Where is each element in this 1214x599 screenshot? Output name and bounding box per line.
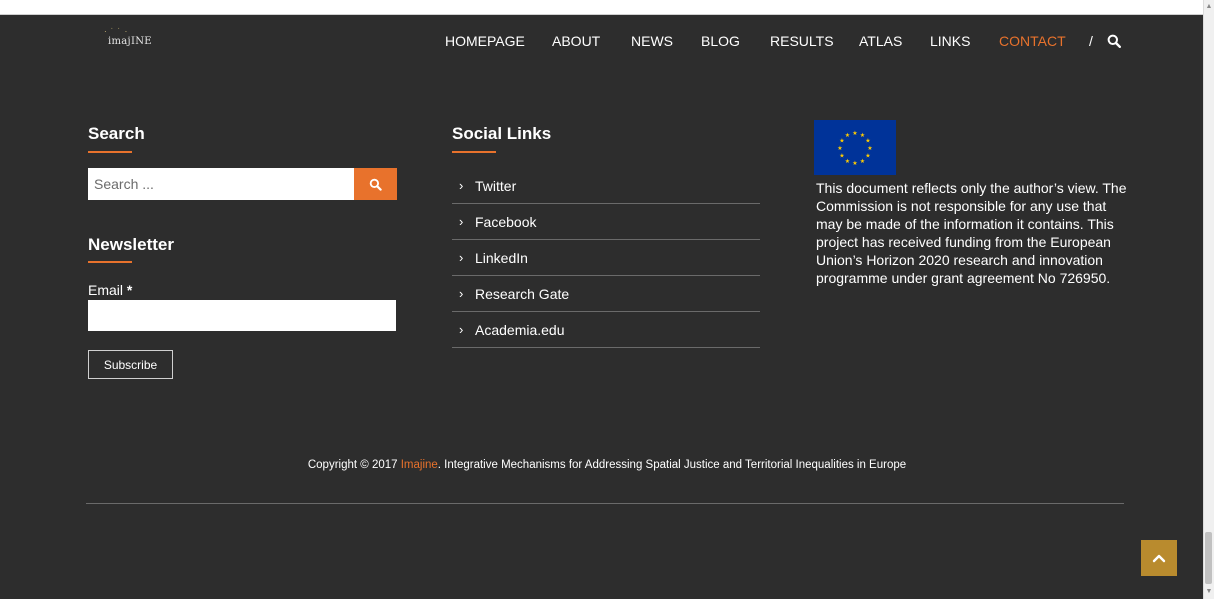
svg-text:★: ★ — [867, 145, 872, 152]
scroll-down-arrow-icon[interactable]: ▼ — [1205, 587, 1213, 597]
search-icon[interactable] — [1107, 34, 1121, 48]
nav-item-contact[interactable]: CONTACT — [999, 33, 1066, 49]
svg-text:★: ★ — [852, 160, 857, 167]
logo-text: imajINE — [108, 36, 152, 47]
subscribe-button[interactable]: Subscribe — [88, 350, 173, 379]
search-input[interactable] — [88, 168, 354, 200]
nav-item-results[interactable]: RESULTS — [770, 33, 834, 49]
nav-item-homepage[interactable]: HOMEPAGE — [445, 33, 525, 49]
browser-top-edge — [0, 0, 1204, 15]
social-link-label: Academia.edu — [475, 321, 565, 338]
social-links-heading: Social Links — [452, 124, 552, 143]
social-links-list: › Twitter › Facebook › LinkedIn › Resear… — [452, 168, 760, 348]
svg-text:★: ★ — [865, 153, 870, 160]
nav-item-links[interactable]: LINKS — [930, 33, 970, 49]
nav-item-atlas[interactable]: ATLAS — [859, 33, 902, 49]
footer-divider — [86, 503, 1124, 504]
required-mark: * — [126, 282, 133, 298]
copyright-prefix: Copyright © 2017 — [307, 459, 401, 471]
newsletter-heading-underline — [88, 261, 132, 263]
social-link-label: Twitter — [475, 177, 517, 194]
copyright: Copyright © 2017 Imajine. Integrative Me… — [0, 459, 1214, 471]
chevron-right-icon: › — [459, 322, 464, 337]
eu-flag-icon: ★ ★★ ★★★ ★★★ ★★★ — [814, 120, 896, 175]
chevron-right-icon: › — [459, 286, 464, 301]
site-logo[interactable]: · ˙ ˙ · imajINE — [104, 27, 168, 57]
social-link-twitter[interactable]: › Twitter — [452, 168, 760, 204]
social-link-research-gate[interactable]: › Research Gate — [452, 276, 760, 312]
search-icon — [369, 178, 382, 191]
svg-text:★: ★ — [860, 158, 865, 165]
social-links-heading-underline — [452, 151, 496, 153]
nav-item-news[interactable]: NEWS — [631, 33, 673, 49]
page-scrollbar[interactable]: ▲ ▼ — [1203, 0, 1214, 599]
chevron-right-icon: › — [459, 178, 464, 193]
svg-text:★: ★ — [845, 158, 850, 165]
nav-item-about[interactable]: ABOUT — [552, 33, 600, 49]
social-link-academia[interactable]: › Academia.edu — [452, 312, 760, 348]
search-heading: Search — [88, 124, 145, 143]
svg-text:★: ★ — [837, 145, 842, 152]
eu-disclaimer: This document reflects only the author’s… — [816, 180, 1127, 286]
copyright-suffix: . Integrative Mechanisms for Addressing … — [437, 459, 907, 471]
email-label-text: Email — [88, 282, 124, 298]
chevron-right-icon: › — [459, 250, 464, 265]
scroll-up-arrow-icon[interactable]: ▲ — [1205, 2, 1213, 12]
social-link-facebook[interactable]: › Facebook — [452, 204, 760, 240]
nav-separator: / — [1089, 33, 1093, 49]
newsletter-heading: Newsletter — [88, 235, 174, 254]
email-label: Email * — [88, 282, 132, 298]
svg-text:★: ★ — [845, 132, 850, 139]
svg-text:★: ★ — [839, 153, 844, 160]
chevron-up-icon — [1152, 554, 1166, 563]
search-heading-underline — [88, 151, 132, 153]
page: · ˙ ˙ · imajINE HOMEPAGE ABOUT NEWS BLOG… — [0, 0, 1204, 599]
social-link-label: LinkedIn — [475, 249, 528, 266]
chevron-right-icon: › — [459, 214, 464, 229]
svg-text:★: ★ — [852, 130, 857, 137]
imajine-link[interactable]: Imajine — [401, 459, 438, 471]
email-field[interactable] — [88, 300, 396, 331]
social-link-label: Facebook — [475, 213, 537, 230]
search-submit-button[interactable] — [354, 168, 397, 200]
scrollbar-thumb[interactable] — [1205, 532, 1212, 584]
logo-stars-icon: · ˙ ˙ · — [104, 27, 129, 36]
svg-text:★: ★ — [865, 138, 870, 145]
back-to-top-button[interactable] — [1141, 540, 1177, 576]
social-link-linkedin[interactable]: › LinkedIn — [452, 240, 760, 276]
social-link-label: Research Gate — [475, 285, 570, 302]
nav-item-blog[interactable]: BLOG — [701, 33, 740, 49]
